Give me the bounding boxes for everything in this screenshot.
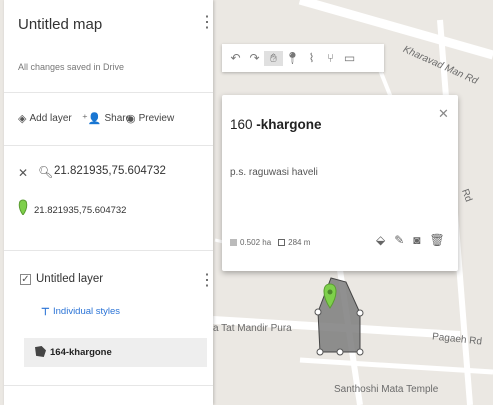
hand-icon[interactable]: ✋︎: [264, 50, 283, 66]
layer-visibility-checkbox[interactable]: ✓: [20, 274, 31, 285]
share-button[interactable]: ⁺👤 Share: [82, 112, 131, 125]
add-person-icon: ⁺👤: [82, 113, 102, 125]
map-toolbar: ↶ ↷ ✋︎ 📍︎ ⌇ ⑂ ▭: [222, 44, 384, 72]
layer-name[interactable]: Untitled layer: [36, 273, 103, 285]
pencil-icon[interactable]: ✎: [394, 233, 404, 247]
add-layer-button[interactable]: ◈ Add layer: [18, 112, 72, 125]
feature-number: 160: [230, 117, 253, 132]
vertex-handle: [336, 348, 344, 356]
map-label-temple-left: a Tat Mandir Pura: [213, 323, 292, 334]
search-query[interactable]: 21.821935,75.604732: [54, 165, 166, 177]
area-value: 0.502 ha: [240, 238, 272, 247]
preview-button[interactable]: ◉ Preview: [126, 112, 174, 125]
route-icon[interactable]: ⑂: [321, 51, 340, 65]
area-measurement: 0.502 ha 284 m: [230, 238, 310, 247]
vertex-handle: [356, 348, 364, 356]
preview-label: Preview: [138, 113, 175, 124]
marker-dot: [327, 289, 333, 295]
feature-description: p.s. raguwasi haveli: [230, 167, 318, 178]
paint-bucket-icon[interactable]: ⬙: [376, 233, 385, 247]
vertex-handle: [314, 308, 322, 316]
search-result[interactable]: 21.821935,75.604732: [34, 205, 126, 216]
individual-styles-link[interactable]: Individual styles: [53, 306, 120, 317]
map-options-kebab-icon[interactable]: ⋮: [199, 12, 215, 32]
draw-line-icon[interactable]: ⌇: [302, 51, 321, 65]
divider: [4, 250, 213, 251]
add-layer-label: Add layer: [29, 113, 72, 124]
layer-options-kebab-icon[interactable]: ⋮: [199, 270, 215, 290]
map-title[interactable]: Untitled map: [18, 16, 102, 33]
layers-icon: ◈: [18, 113, 27, 125]
vertex-handle: [316, 348, 324, 356]
undo-icon[interactable]: ↶: [226, 51, 245, 65]
divider: [4, 145, 213, 146]
close-icon[interactable]: ✕: [438, 106, 449, 122]
vertex-handle: [356, 309, 364, 317]
area-icon: [230, 239, 237, 246]
search-icon: 🔍︎: [38, 165, 54, 179]
save-status: All changes saved in Drive: [18, 62, 125, 72]
trash-icon[interactable]: 🗑︎: [430, 233, 445, 247]
ruler-icon[interactable]: ▭: [340, 51, 359, 65]
feature-name: -khargone: [256, 117, 322, 132]
marker-icon[interactable]: 📍︎: [283, 51, 302, 65]
map-label-temple-bottom: Santhoshi Mata Temple: [334, 384, 439, 395]
divider: [4, 385, 213, 386]
feature-label: 164-khargone: [50, 347, 112, 358]
eye-icon: ◉: [126, 113, 136, 125]
paint-roller-icon: ⊤: [41, 307, 50, 318]
close-icon[interactable]: ✕: [18, 166, 28, 180]
layer-feature-item[interactable]: 164-khargone: [24, 338, 207, 367]
feature-info-popup: 160 -khargone ✕ p.s. raguwasi haveli 0.5…: [222, 95, 458, 271]
perimeter-icon: [278, 239, 286, 246]
divider: [4, 92, 213, 93]
camera-icon[interactable]: ◙: [413, 233, 420, 247]
perimeter-value: 284 m: [288, 238, 311, 247]
map-sidebar: Untitled map ⋮ All changes saved in Driv…: [4, 0, 215, 405]
popup-actions: ⬙ ✎ ◙ 🗑︎: [376, 233, 445, 247]
result-marker-icon: [18, 199, 28, 215]
polygon-icon: [35, 346, 46, 357]
popup-title: 160 -khargone: [230, 117, 322, 132]
redo-icon[interactable]: ↷: [245, 51, 264, 65]
